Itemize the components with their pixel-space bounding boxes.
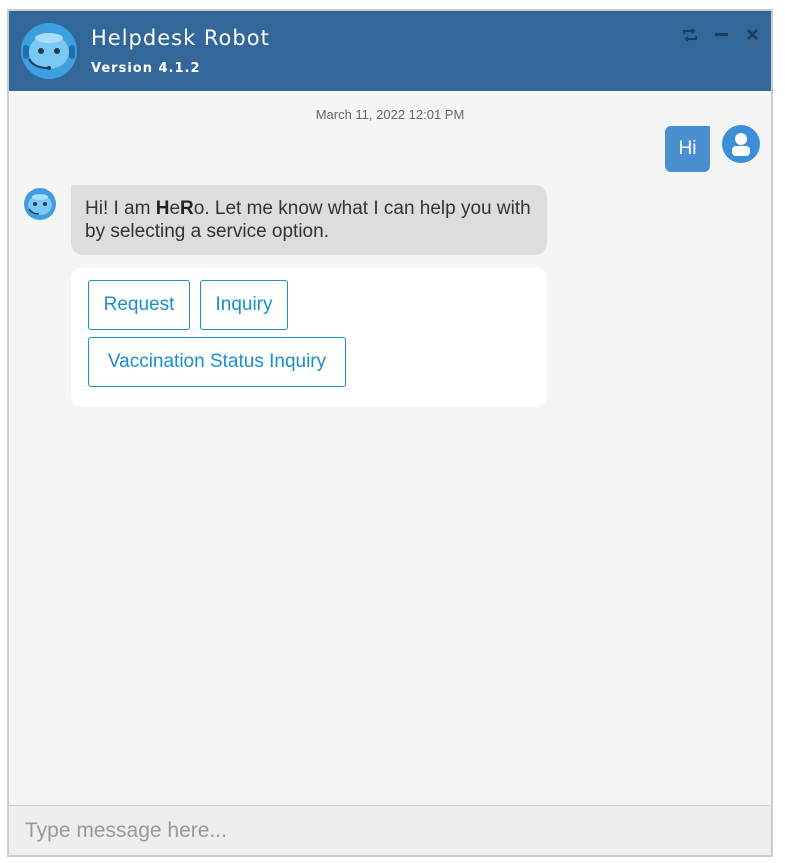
service-options-panel: Request Inquiry Vaccination Status Inqui… [71, 267, 547, 407]
bot-message-bold: R [180, 198, 194, 219]
refresh-icon[interactable] [681, 27, 699, 43]
vaccination-status-inquiry-button[interactable]: Vaccination Status Inquiry [88, 337, 346, 387]
bot-message-text: e [169, 198, 181, 219]
chat-window: Helpdesk Robot Version 4.1.2 March 11, 2… [7, 9, 773, 857]
message-input-bar [9, 805, 771, 856]
bot-message-text: Hi! I am [85, 198, 156, 219]
minimize-icon[interactable] [713, 27, 731, 43]
inquiry-option-button[interactable]: Inquiry [200, 280, 288, 330]
message-input[interactable] [9, 806, 771, 856]
bot-avatar-icon [23, 187, 57, 221]
request-option-button[interactable]: Request [88, 280, 190, 330]
chat-header: Helpdesk Robot Version 4.1.2 [9, 11, 771, 91]
app-title: Helpdesk Robot [91, 26, 270, 50]
user-avatar-icon [722, 125, 760, 163]
robot-logo-icon [20, 22, 78, 80]
message-timestamp: March 11, 2022 12:01 PM [315, 107, 465, 122]
bot-message-bubble: Hi! I am HeRo. Let me know what I can he… [71, 185, 547, 255]
bot-message-bold: H [155, 198, 170, 219]
user-message-bubble: Hi [665, 126, 710, 172]
app-version: Version 4.1.2 [91, 61, 201, 76]
close-icon[interactable] [744, 27, 762, 43]
